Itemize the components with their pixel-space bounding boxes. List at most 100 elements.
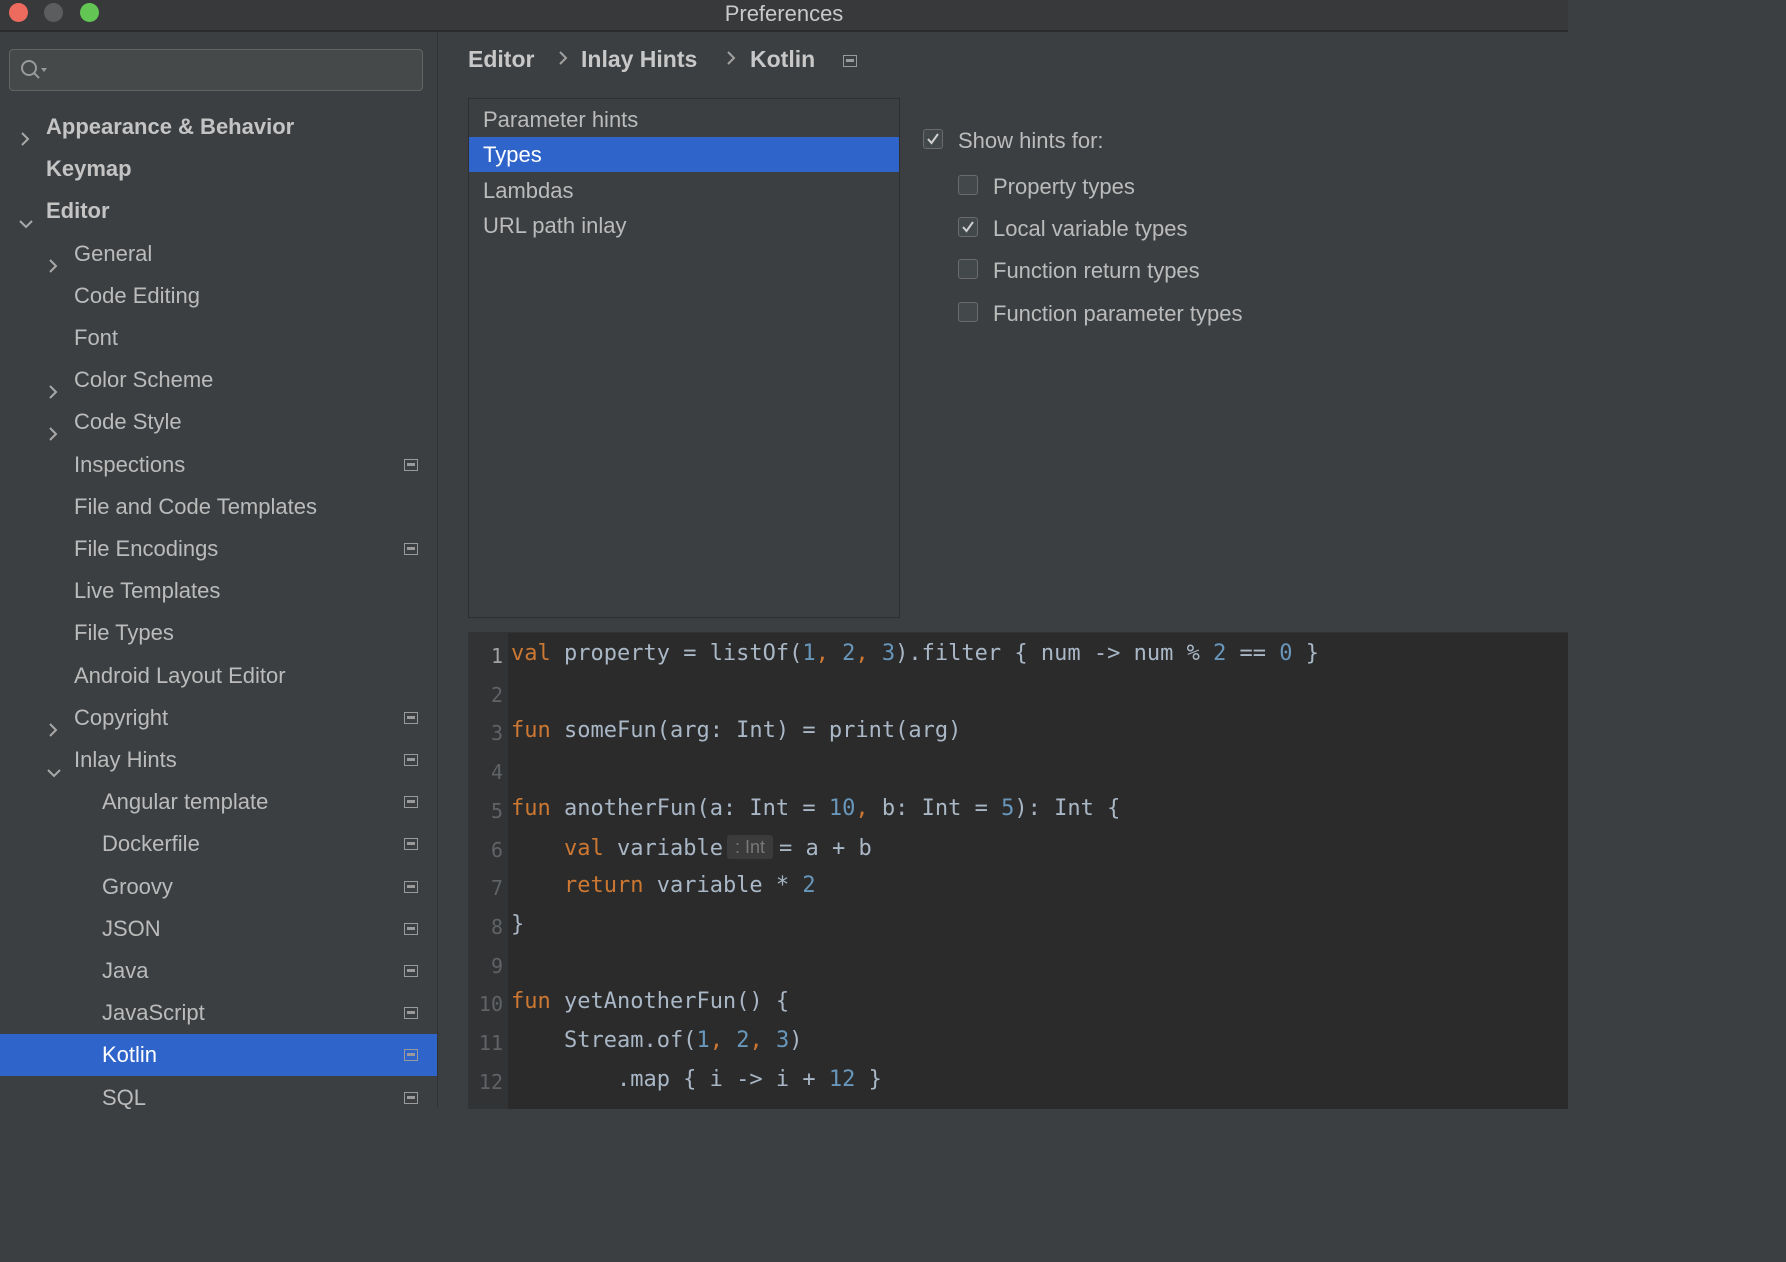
title-bar: Preferences bbox=[0, 0, 1568, 32]
breadcrumb-item-editor[interactable]: Editor bbox=[468, 46, 534, 73]
sidebar-item-java[interactable]: Java bbox=[0, 950, 437, 992]
sidebar-item-label: SQL bbox=[102, 1084, 147, 1110]
code-token: 1 bbox=[802, 641, 816, 666]
sidebar-item-code-editing[interactable]: Code Editing bbox=[0, 275, 437, 317]
sidebar-item-editor[interactable]: Editor bbox=[0, 190, 437, 232]
code-token: fun bbox=[511, 718, 551, 744]
hint-category-url-path-inlay[interactable]: URL path inlay bbox=[469, 208, 899, 243]
sidebar-item-javascript[interactable]: JavaScript bbox=[0, 992, 437, 1034]
sidebar-item-general[interactable]: General bbox=[0, 233, 437, 275]
checkbox[interactable] bbox=[958, 175, 978, 195]
project-level-icon bbox=[404, 796, 418, 809]
hint-category-label: Lambdas bbox=[483, 177, 574, 203]
sidebar-item-label: General bbox=[74, 240, 153, 266]
hint-category-lambdas[interactable]: Lambdas bbox=[469, 173, 899, 208]
sidebar-item-label: Android Layout Editor bbox=[74, 662, 286, 688]
code-line: val property = listOf(1, 2, 3).filter { … bbox=[511, 641, 1319, 666]
sidebar-item-angular-template[interactable]: Angular template bbox=[0, 781, 437, 823]
hint-category-types[interactable]: Types bbox=[469, 137, 899, 173]
sidebar-item-code-style[interactable]: Code Style bbox=[0, 401, 437, 443]
sidebar-item-appearance-behavior[interactable]: Appearance & Behavior bbox=[0, 106, 437, 148]
code-token: val bbox=[563, 835, 604, 861]
checkbox[interactable] bbox=[923, 129, 943, 149]
sidebar-item-label: Appearance & Behavior bbox=[46, 114, 295, 139]
sidebar-item-color-scheme[interactable]: Color Scheme bbox=[0, 359, 437, 401]
code-token: } bbox=[1292, 641, 1320, 666]
search-icon[interactable] bbox=[20, 59, 50, 86]
sidebar-item-keymap[interactable]: Keymap bbox=[0, 148, 437, 190]
code-token: , bbox=[709, 1028, 737, 1053]
sidebar-item-kotlin[interactable]: Kotlin bbox=[0, 1034, 437, 1077]
checkbox-label: Function parameter types bbox=[993, 300, 1243, 326]
checkbox-label: Property types bbox=[993, 174, 1135, 199]
code-line: } bbox=[511, 912, 524, 937]
sidebar-item-dockerfile[interactable]: Dockerfile bbox=[0, 823, 437, 865]
breadcrumb-item-inlay-hints[interactable]: Inlay Hints bbox=[581, 46, 697, 73]
sidebar-item-inlay-hints[interactable]: Inlay Hints bbox=[0, 739, 437, 781]
sidebar-item-label: Code Editing bbox=[74, 282, 200, 308]
checkbox[interactable] bbox=[958, 217, 978, 238]
sidebar-item-json[interactable]: JSON bbox=[0, 908, 437, 950]
code-token: Stream.of( bbox=[511, 1028, 697, 1053]
sidebar-item-label: Keymap bbox=[46, 156, 132, 182]
sidebar-item-font[interactable]: Font bbox=[0, 317, 437, 359]
project-level-icon bbox=[404, 711, 418, 724]
code-token: } bbox=[511, 911, 525, 937]
code-token: b: Int = bbox=[881, 795, 1002, 821]
checkbox[interactable] bbox=[958, 259, 978, 280]
search-input[interactable] bbox=[54, 56, 418, 84]
sidebar-item-file-and-code-templates[interactable]: File and Code Templates bbox=[0, 486, 437, 528]
line-number: 1 bbox=[490, 644, 503, 668]
code-token: 1 bbox=[696, 1028, 710, 1053]
settings-content: Editor Inlay Hints Kotlin Parameter hint… bbox=[438, 32, 1568, 1109]
sidebar-item-android-layout-editor[interactable]: Android Layout Editor bbox=[0, 655, 437, 697]
sidebar-item-label: JSON bbox=[102, 915, 161, 941]
sidebar-item-label: Inspections bbox=[74, 451, 186, 477]
checkbox[interactable] bbox=[958, 301, 978, 322]
sidebar-item-sql[interactable]: SQL bbox=[0, 1077, 437, 1119]
line-number: 8 bbox=[490, 914, 503, 939]
code-token: .map { i -> i + bbox=[511, 1066, 829, 1092]
checkbox-label: Function return types bbox=[993, 258, 1200, 284]
code-token: fun bbox=[511, 795, 551, 821]
sidebar-item-label: Live Templates bbox=[74, 578, 221, 604]
code-token: , bbox=[855, 641, 882, 666]
code-token: anotherFun(a: Int = bbox=[550, 795, 829, 821]
settings-search[interactable] bbox=[9, 49, 423, 91]
code-line: val variable: Int = a + b bbox=[511, 834, 872, 861]
chevron-right-icon bbox=[726, 50, 736, 71]
code-token: == bbox=[1226, 641, 1280, 666]
sidebar-item-live-templates[interactable]: Live Templates bbox=[0, 570, 437, 612]
code-token: 2 bbox=[736, 1028, 750, 1053]
sidebar-item-label: Editor bbox=[46, 198, 110, 224]
line-number: 2 bbox=[490, 682, 503, 707]
code-token: 12 bbox=[828, 1066, 856, 1092]
sidebar-item-label: Inlay Hints bbox=[74, 747, 177, 772]
sidebar-item-inspections[interactable]: Inspections bbox=[0, 444, 437, 486]
sidebar-item-file-encodings[interactable]: File Encodings bbox=[0, 528, 437, 570]
project-level-icon bbox=[404, 965, 418, 977]
sidebar-item-groovy[interactable]: Groovy bbox=[0, 866, 437, 908]
hint-category-parameter-hints[interactable]: Parameter hints bbox=[469, 102, 899, 137]
chevron-down-icon[interactable] bbox=[18, 203, 33, 229]
code-token: , bbox=[815, 641, 843, 666]
hint-category-label: URL path inlay bbox=[483, 212, 627, 238]
chevron-right-icon[interactable] bbox=[18, 119, 32, 146]
project-level-icon bbox=[404, 1091, 418, 1104]
code-token: fun bbox=[511, 989, 551, 1015]
hint-category-label: Parameter hints bbox=[483, 107, 639, 132]
sidebar-item-copyright[interactable]: Copyright bbox=[0, 697, 437, 739]
chevron-right-icon[interactable] bbox=[46, 710, 60, 737]
hint-category-list: Parameter hints Types Lambdas URL path inla… bbox=[468, 98, 900, 618]
chevron-down-icon[interactable] bbox=[46, 752, 61, 778]
code-token: 3 bbox=[775, 1028, 790, 1053]
chevron-right-icon[interactable] bbox=[46, 372, 60, 399]
sidebar-item-file-types[interactable]: File Types bbox=[0, 612, 437, 654]
chevron-right-icon[interactable] bbox=[46, 246, 60, 273]
sidebar-item-label: Java bbox=[102, 958, 149, 983]
chevron-right-icon[interactable] bbox=[46, 414, 60, 442]
line-number-gutter: 1 2 3 4 5 6 7 8 9 10 11 12 bbox=[468, 633, 508, 1109]
sidebar-item-label: Kotlin bbox=[102, 1042, 158, 1068]
